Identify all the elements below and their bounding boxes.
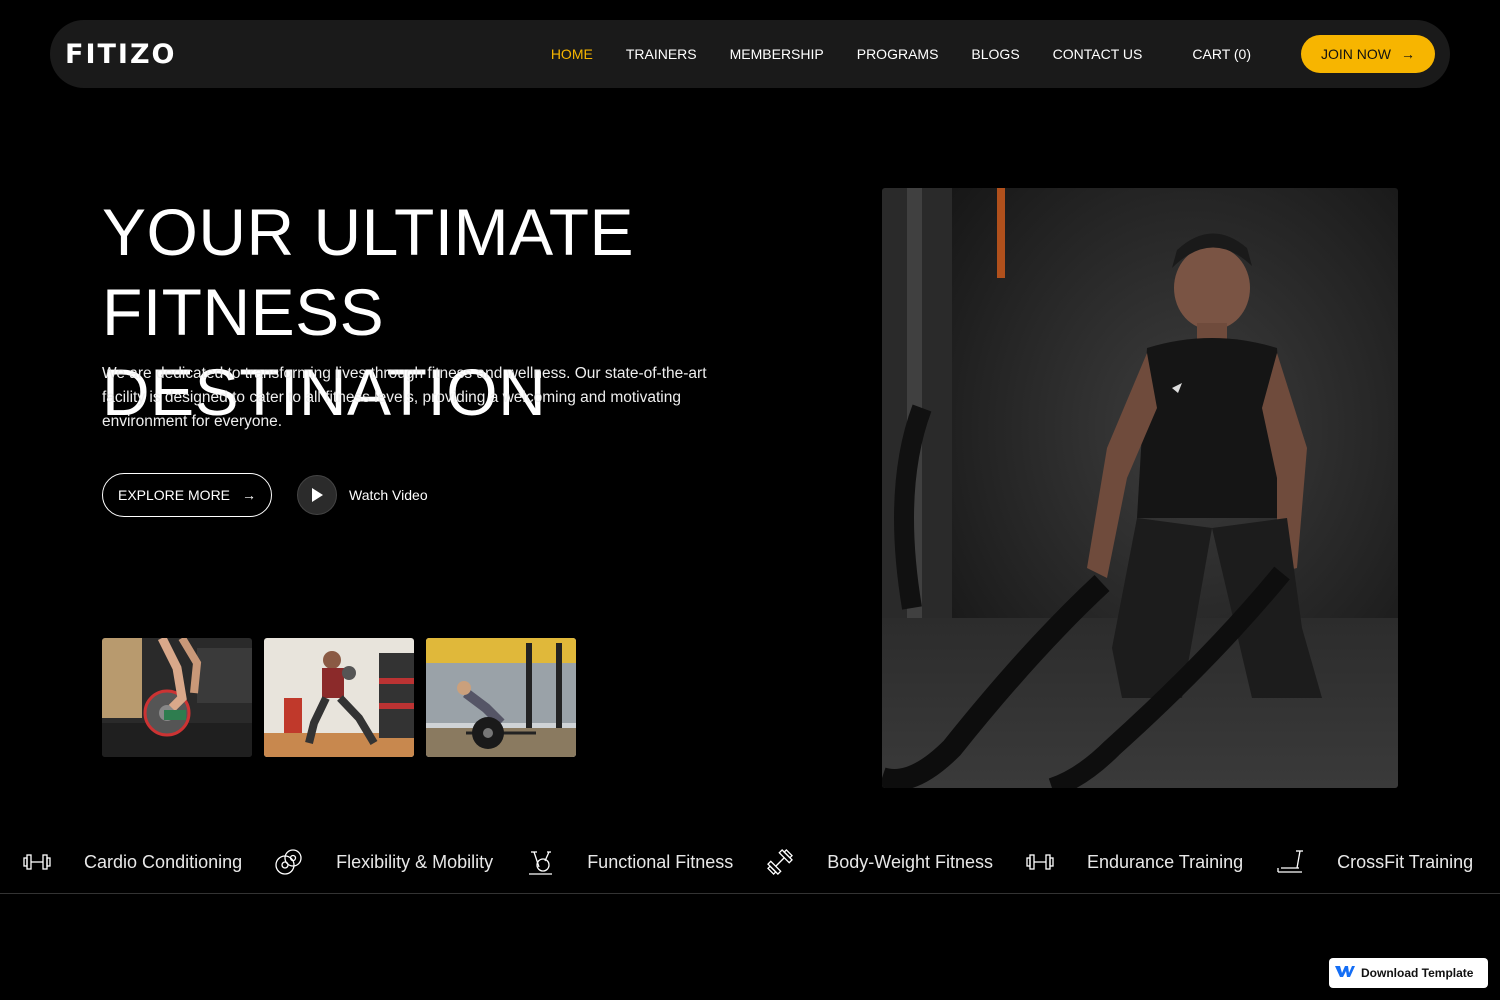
join-now-button[interactable]: JOIN NOW → xyxy=(1301,35,1435,73)
explore-more-button[interactable]: EXPLORE MORE → xyxy=(102,473,272,517)
marquee-item: Flexibility & Mobility xyxy=(242,847,493,877)
hero-description: We are dedicated to transforming lives t… xyxy=(102,365,707,430)
nav-link-contact-us[interactable]: CONTACT US xyxy=(1053,46,1143,62)
marquee-item: Body-Weight Fitness xyxy=(733,847,993,877)
programs-marquee: ng Cardio Conditioning Flexibility & Mob… xyxy=(0,830,1500,894)
thumbnail-cycling[interactable] xyxy=(102,638,252,757)
main-nav: HOME TRAINERS MEMBERSHIP PROGRAMS BLOGS … xyxy=(551,46,1143,62)
download-template-label: Download Template xyxy=(1361,966,1474,980)
exercise-bike-icon xyxy=(525,847,555,877)
marquee-label: Flexibility & Mobility xyxy=(336,851,494,872)
marquee-label: Cardio Conditioning xyxy=(84,851,243,872)
marquee-track: ng Cardio Conditioning Flexibility & Mob… xyxy=(0,830,1473,893)
nav-link-membership[interactable]: MEMBERSHIP xyxy=(730,46,824,62)
play-icon[interactable] xyxy=(297,475,337,515)
download-template-badge[interactable]: Download Template xyxy=(1329,958,1488,988)
thumbnail-lunge[interactable] xyxy=(264,638,414,757)
brand-logo[interactable]: FITIZO xyxy=(65,39,176,70)
explore-more-label: EXPLORE MORE xyxy=(117,487,231,503)
weight-plates-icon xyxy=(274,847,304,877)
watch-video-label: Watch Video xyxy=(349,487,428,503)
webflow-logo-icon xyxy=(1335,964,1355,983)
marquee-label: Body-Weight Fitness xyxy=(827,851,994,872)
marquee-item: Functional Fitness xyxy=(493,847,733,877)
treadmill-icon xyxy=(1275,847,1305,877)
hero-athlete-image xyxy=(882,188,1398,788)
nav-link-home[interactable]: HOME xyxy=(551,46,593,62)
nav-link-blogs[interactable]: BLOGS xyxy=(971,46,1019,62)
marquee-item: Cardio Conditioning xyxy=(0,847,242,877)
watch-video-button[interactable]: Watch Video xyxy=(297,475,428,515)
nav-link-trainers[interactable]: TRAINERS xyxy=(626,46,697,62)
top-navbar: FITIZO HOME TRAINERS MEMBERSHIP PROGRAMS… xyxy=(50,20,1450,88)
marquee-label: CrossFit Training xyxy=(1337,851,1474,872)
nav-link-programs[interactable]: PROGRAMS xyxy=(857,46,939,62)
arrow-right-icon: → xyxy=(242,487,257,503)
marquee-label: Functional Fitness xyxy=(587,851,734,872)
marquee-item: CrossFit Training xyxy=(1243,847,1473,877)
marquee-label: Endurance Training xyxy=(1087,851,1244,872)
cart-link[interactable]: CART (0) xyxy=(1192,46,1251,62)
thumbnail-deadlift[interactable] xyxy=(426,638,576,757)
dumbbell-icon xyxy=(1025,847,1055,877)
hero-title-line-1: YOUR ULTIMATE xyxy=(102,195,635,269)
marquee-item: Endurance Training xyxy=(993,847,1243,877)
join-now-label: JOIN NOW xyxy=(1321,46,1391,62)
dumbbell-angled-icon xyxy=(765,847,795,877)
dumbbell-icon xyxy=(22,847,52,877)
thumbnail-gallery xyxy=(102,638,576,757)
arrow-right-icon: → xyxy=(1401,46,1415,62)
